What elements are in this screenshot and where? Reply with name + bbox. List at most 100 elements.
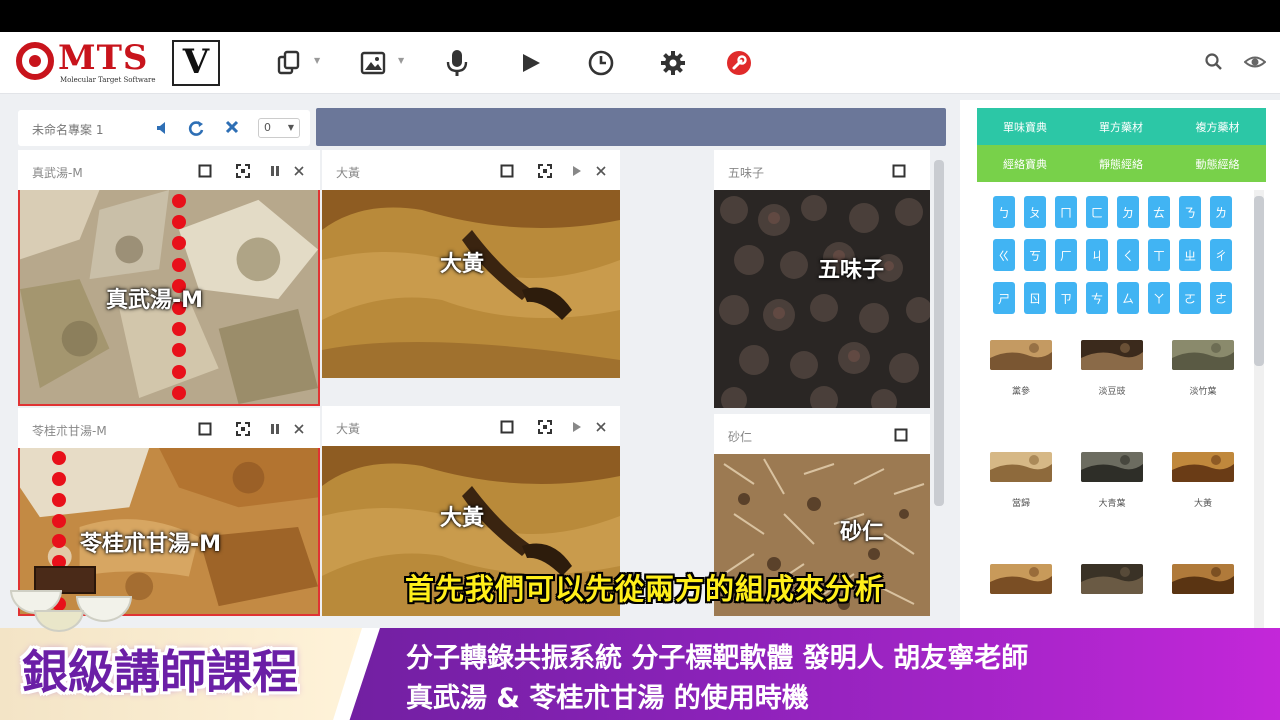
zhuyin-key[interactable]: ㄒ <box>1148 239 1170 271</box>
pause-icon[interactable] <box>266 162 284 180</box>
zhuyin-key[interactable]: ㄗ <box>1055 282 1077 314</box>
play-icon[interactable] <box>516 48 546 78</box>
square-icon[interactable] <box>890 162 908 180</box>
refresh-icon[interactable] <box>186 119 206 137</box>
herb-thumbnail[interactable]: 當歸 <box>990 452 1052 532</box>
zhuyin-key[interactable]: ㄜ <box>1210 282 1232 314</box>
play-icon[interactable] <box>568 418 586 436</box>
zhuyin-key[interactable]: ㄚ <box>1148 282 1170 314</box>
herb-thumbnail-image <box>1172 564 1234 594</box>
herb-thumbnail-image <box>1081 340 1143 370</box>
herb-panel-1[interactable]: 真武湯-M 真武湯-M <box>18 150 320 406</box>
chevron-down-icon: ▼ <box>287 123 294 132</box>
logo-ring-icon <box>16 42 54 80</box>
wrench-icon[interactable] <box>724 48 754 78</box>
zhuyin-key[interactable]: ㄅ <box>993 196 1015 228</box>
project-bar: 未命名專案 1 0 ▼ <box>18 110 310 146</box>
herb-thumbnail-image <box>1172 340 1234 370</box>
zhuyin-key[interactable]: ㄕ <box>993 282 1015 314</box>
right-panel-scroll-thumb[interactable] <box>1254 196 1264 366</box>
herb-panel-3[interactable]: 五味子 五味子 <box>714 150 930 408</box>
zhuyin-key[interactable]: ㄘ <box>1086 282 1108 314</box>
square-icon[interactable] <box>498 162 516 180</box>
zhuyin-key[interactable]: ㄆ <box>1024 196 1046 228</box>
herb-thumbnail[interactable] <box>1081 564 1143 620</box>
herb-thumbnail[interactable] <box>990 564 1052 620</box>
zhuyin-key[interactable]: ㄛ <box>1179 282 1201 314</box>
herb-thumbnail[interactable]: 淡豆豉 <box>1081 340 1143 420</box>
version-mark: V <box>172 40 220 86</box>
image-icon[interactable] <box>358 48 388 78</box>
herb-thumbnail[interactable]: 黨參 <box>990 340 1052 420</box>
zhuyin-key[interactable]: ㄇ <box>1055 196 1077 228</box>
panel-image-label: 大黃 <box>440 252 485 277</box>
square-icon[interactable] <box>196 162 214 180</box>
close-icon[interactable] <box>224 119 244 137</box>
expand-icon[interactable] <box>234 162 252 180</box>
herb-thumbnail-grid: 黨參 淡豆豉 淡竹葉當歸 大青葉 大黃 <box>990 340 1240 620</box>
tab-single-herb-dict[interactable]: 單味寶典 <box>977 108 1073 145</box>
expand-icon[interactable] <box>536 418 554 436</box>
close-icon[interactable] <box>290 162 308 180</box>
herb-thumbnail-name: 大青葉 <box>1098 499 1126 509</box>
bowl-icon <box>34 610 84 632</box>
square-icon[interactable] <box>892 426 910 444</box>
herb-thumbnail-image <box>990 452 1052 482</box>
herb-thumbnail[interactable]: 大青葉 <box>1081 452 1143 532</box>
count-select[interactable]: 0 ▼ <box>258 118 300 138</box>
herb-panel-2[interactable]: 大黃 大黃 <box>322 150 620 378</box>
tab-meridian-dict[interactable]: 經絡寶典 <box>977 145 1073 182</box>
gear-icon[interactable] <box>658 48 688 78</box>
zhuyin-key[interactable]: ㄌ <box>1210 196 1232 228</box>
workspace-scroll-thumb[interactable] <box>934 160 944 506</box>
zhuyin-key[interactable]: ㄋ <box>1179 196 1201 228</box>
panel-header: 苓桂朮甘湯-M <box>18 408 320 448</box>
microphone-icon[interactable] <box>442 48 472 78</box>
tab-compound-formula[interactable]: 複方藥材 <box>1169 108 1266 145</box>
panel-image-label: 真武湯-M <box>106 288 204 313</box>
tab-single-formula[interactable]: 單方藥材 <box>1073 108 1169 145</box>
expand-icon[interactable] <box>234 420 252 438</box>
zhuyin-key[interactable]: ㄐ <box>1086 239 1108 271</box>
clock-icon[interactable] <box>586 48 616 78</box>
tab-static-meridian[interactable]: 靜態經絡 <box>1073 145 1169 182</box>
zhuyin-key[interactable]: ㄏ <box>1055 239 1077 271</box>
zhuyin-key[interactable]: ㄍ <box>993 239 1015 271</box>
copy-icon[interactable] <box>274 48 304 78</box>
zhuyin-key[interactable]: ㄎ <box>1024 239 1046 271</box>
pause-icon[interactable] <box>266 420 284 438</box>
tab-dynamic-meridian[interactable]: 動態經絡 <box>1169 145 1266 182</box>
square-icon[interactable] <box>498 418 516 436</box>
square-icon[interactable] <box>196 420 214 438</box>
panel-title: 砂仁 <box>728 430 753 444</box>
count-select-value: 0 <box>264 121 271 134</box>
zhuyin-key[interactable]: ㄊ <box>1148 196 1170 228</box>
zhuyin-key[interactable]: ㄉ <box>1117 196 1139 228</box>
close-icon[interactable] <box>290 420 308 438</box>
herb-thumbnail-image <box>990 340 1052 370</box>
close-icon[interactable] <box>592 418 610 436</box>
zhuyin-key[interactable]: ㄈ <box>1086 196 1108 228</box>
herb-thumbnail[interactable] <box>1172 564 1234 620</box>
zhuyin-key[interactable]: ㄙ <box>1117 282 1139 314</box>
herb-thumbnail[interactable]: 淡竹葉 <box>1172 340 1234 420</box>
eye-icon[interactable] <box>1243 52 1267 72</box>
bowl-icon <box>76 596 132 622</box>
chevron-down-icon[interactable]: ▼ <box>314 56 320 65</box>
expand-icon[interactable] <box>536 162 554 180</box>
chevron-down-icon[interactable]: ▼ <box>398 56 404 65</box>
search-icon[interactable] <box>1204 52 1224 72</box>
project-name[interactable]: 未命名專案 1 <box>32 121 103 138</box>
panel-header: 五味子 <box>714 150 930 190</box>
panel-image-label: 砂仁 <box>840 520 885 545</box>
zhuyin-key[interactable]: ㄑ <box>1117 239 1139 271</box>
herb-thumbnail-image <box>1081 564 1143 594</box>
zhuyin-key[interactable]: ㄓ <box>1179 239 1201 271</box>
zhuyin-key[interactable]: ㄖ <box>1024 282 1046 314</box>
volume-icon[interactable] <box>154 119 174 137</box>
herb-thumbnail[interactable]: 大黃 <box>1172 452 1234 532</box>
zhuyin-key[interactable]: ㄔ <box>1210 239 1232 271</box>
panel-header: 真武湯-M <box>18 150 320 190</box>
play-icon[interactable] <box>568 162 586 180</box>
close-icon[interactable] <box>592 162 610 180</box>
